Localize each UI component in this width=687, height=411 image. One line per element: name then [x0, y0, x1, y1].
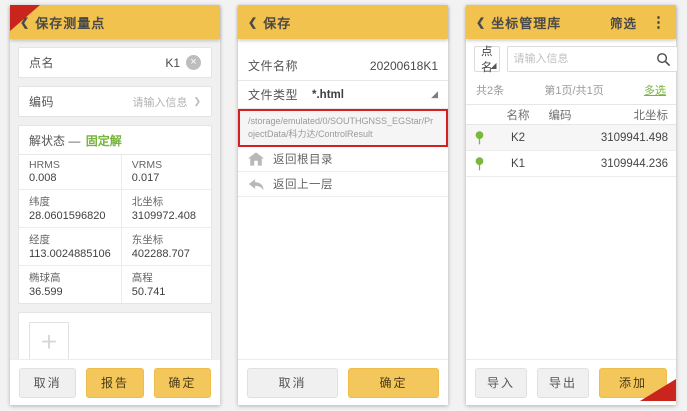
page-title: 保存: [263, 13, 291, 32]
metric-latitude: 纬度 28.0601596820: [19, 190, 121, 228]
col-north: 北坐标: [576, 107, 668, 123]
col-code: 编码: [544, 107, 576, 123]
table-row[interactable]: K2 3109941.498: [466, 125, 676, 151]
search-field-selector[interactable]: 点名 ◢: [474, 46, 500, 72]
panel-save-file: ❮ 保存 文件名称 20200618K1 文件类型 *.html ◢ /stor…: [238, 5, 448, 405]
point-name-label: 点名: [29, 54, 54, 71]
row-name: K1: [492, 158, 544, 170]
metric-north: 北坐标 3109972.408: [121, 190, 211, 228]
back-to-root-label: 返回根目录: [273, 151, 333, 167]
table-body: K2 3109941.498 K1 3109944.236: [466, 125, 676, 177]
point-name-field[interactable]: 点名 K1 ×: [18, 47, 212, 78]
search-field-value: 点名: [481, 43, 493, 75]
chevron-right-icon: ❯: [193, 96, 201, 107]
col-name: 名称: [492, 107, 544, 123]
save-point-footer: 取消 报告 确定: [10, 359, 220, 405]
overflow-menu-icon[interactable]: ⋮: [651, 13, 666, 31]
list-summary: 共2条 第1页/共1页 多选: [466, 78, 676, 105]
back-icon[interactable]: ❮: [476, 16, 485, 29]
cancel-button[interactable]: 取消: [19, 368, 76, 398]
ok-button[interactable]: 确定: [348, 368, 439, 398]
row-name: K2: [492, 132, 544, 144]
page-title: 保存测量点: [35, 13, 105, 32]
back-to-parent-item[interactable]: 返回上一层: [238, 172, 448, 197]
search-box: [507, 46, 678, 72]
table-row[interactable]: K1 3109944.236: [466, 151, 676, 177]
point-pin-icon: [466, 157, 492, 171]
metric-longitude: 经度 113.0024885106: [19, 228, 121, 266]
multi-select-link[interactable]: 多选: [644, 82, 666, 98]
file-name-value: 20200618K1: [370, 59, 438, 73]
table-header: 名称 编码 北坐标: [466, 105, 676, 125]
coord-library-header: ❮ 坐标管理库 筛选 ⋮: [466, 5, 676, 39]
file-type-label: 文件类型: [248, 86, 298, 103]
import-button[interactable]: 导入: [475, 368, 527, 398]
screenshot-canvas: ❮ 保存测量点 点名 K1 × 编码 请输入信息 ❯ 解状态 — 固定解: [0, 0, 687, 411]
cancel-button[interactable]: 取消: [247, 368, 338, 398]
save-file-footer: 取消 确定: [238, 359, 448, 405]
report-button[interactable]: 报告: [86, 368, 143, 398]
metric-elevation: 高程 50.741: [121, 266, 211, 303]
file-name-label: 文件名称: [248, 57, 298, 74]
annotation-corner-icon: [10, 5, 40, 31]
row-north: 3109944.236: [576, 158, 668, 170]
current-path: /storage/emulated/0/SOUTHGNSS_EGStar/Pro…: [238, 109, 448, 147]
metric-east: 东坐标 402288.707: [121, 228, 211, 266]
metric-ellipsoid-height: 椭球高 36.599: [19, 266, 121, 303]
panel-coordinate-library: ❮ 坐标管理库 筛选 ⋮ 点名 ◢ 共2条 第1页/共1页 多选: [466, 5, 676, 405]
metric-vrms: VRMS 0.017: [121, 155, 211, 190]
file-type-value: *.html: [312, 89, 344, 101]
row-north: 3109941.498: [576, 132, 668, 144]
code-field[interactable]: 编码 请输入信息 ❯: [18, 86, 212, 117]
dropdown-icon[interactable]: ◢: [431, 89, 438, 100]
back-to-parent-label: 返回上一层: [273, 176, 333, 192]
annotation-corner-icon: [640, 379, 676, 401]
ok-button[interactable]: 确定: [154, 368, 211, 398]
panel-save-measure-point: ❮ 保存测量点 点名 K1 × 编码 请输入信息 ❯ 解状态 — 固定解: [10, 5, 220, 405]
search-input[interactable]: [514, 53, 656, 65]
filter-button[interactable]: 筛选: [610, 13, 637, 32]
metrics-grid: HRMS 0.008 VRMS 0.017 纬度 28.0601596820 北…: [19, 155, 211, 303]
solution-status-value: 固定解: [86, 134, 122, 148]
search-bar: 点名 ◢: [466, 39, 676, 78]
clear-icon[interactable]: ×: [186, 55, 201, 70]
dropdown-icon: ◢: [490, 61, 496, 70]
add-photo-icon[interactable]: +: [29, 322, 69, 362]
code-placeholder: 请输入信息: [132, 94, 187, 110]
search-icon[interactable]: [656, 52, 671, 67]
point-name-value: K1: [165, 56, 180, 70]
page-title: 坐标管理库: [491, 13, 561, 32]
back-to-root-item[interactable]: 返回根目录: [238, 147, 448, 172]
file-name-field[interactable]: 文件名称 20200618K1: [238, 51, 448, 81]
reply-arrow-icon: [248, 178, 264, 191]
metric-hrms: HRMS 0.008: [19, 155, 121, 190]
save-point-header: ❮ 保存测量点: [10, 5, 220, 39]
code-label: 编码: [29, 93, 54, 110]
back-icon[interactable]: ❮: [248, 16, 257, 29]
page-indicator: 第1页/共1页: [544, 82, 603, 98]
solution-info-card: 解状态 — 固定解 HRMS 0.008 VRMS 0.017 纬度 28.06…: [18, 125, 212, 304]
export-button[interactable]: 导出: [537, 368, 589, 398]
save-file-header: ❮ 保存: [238, 5, 448, 39]
solution-status-label: 解状态 —: [29, 134, 80, 148]
home-icon: [248, 152, 264, 166]
point-pin-icon: [466, 131, 492, 145]
total-count: 共2条: [476, 82, 504, 98]
solution-status: 解状态 — 固定解: [19, 126, 211, 155]
file-type-field[interactable]: 文件类型 *.html ◢: [238, 81, 448, 109]
